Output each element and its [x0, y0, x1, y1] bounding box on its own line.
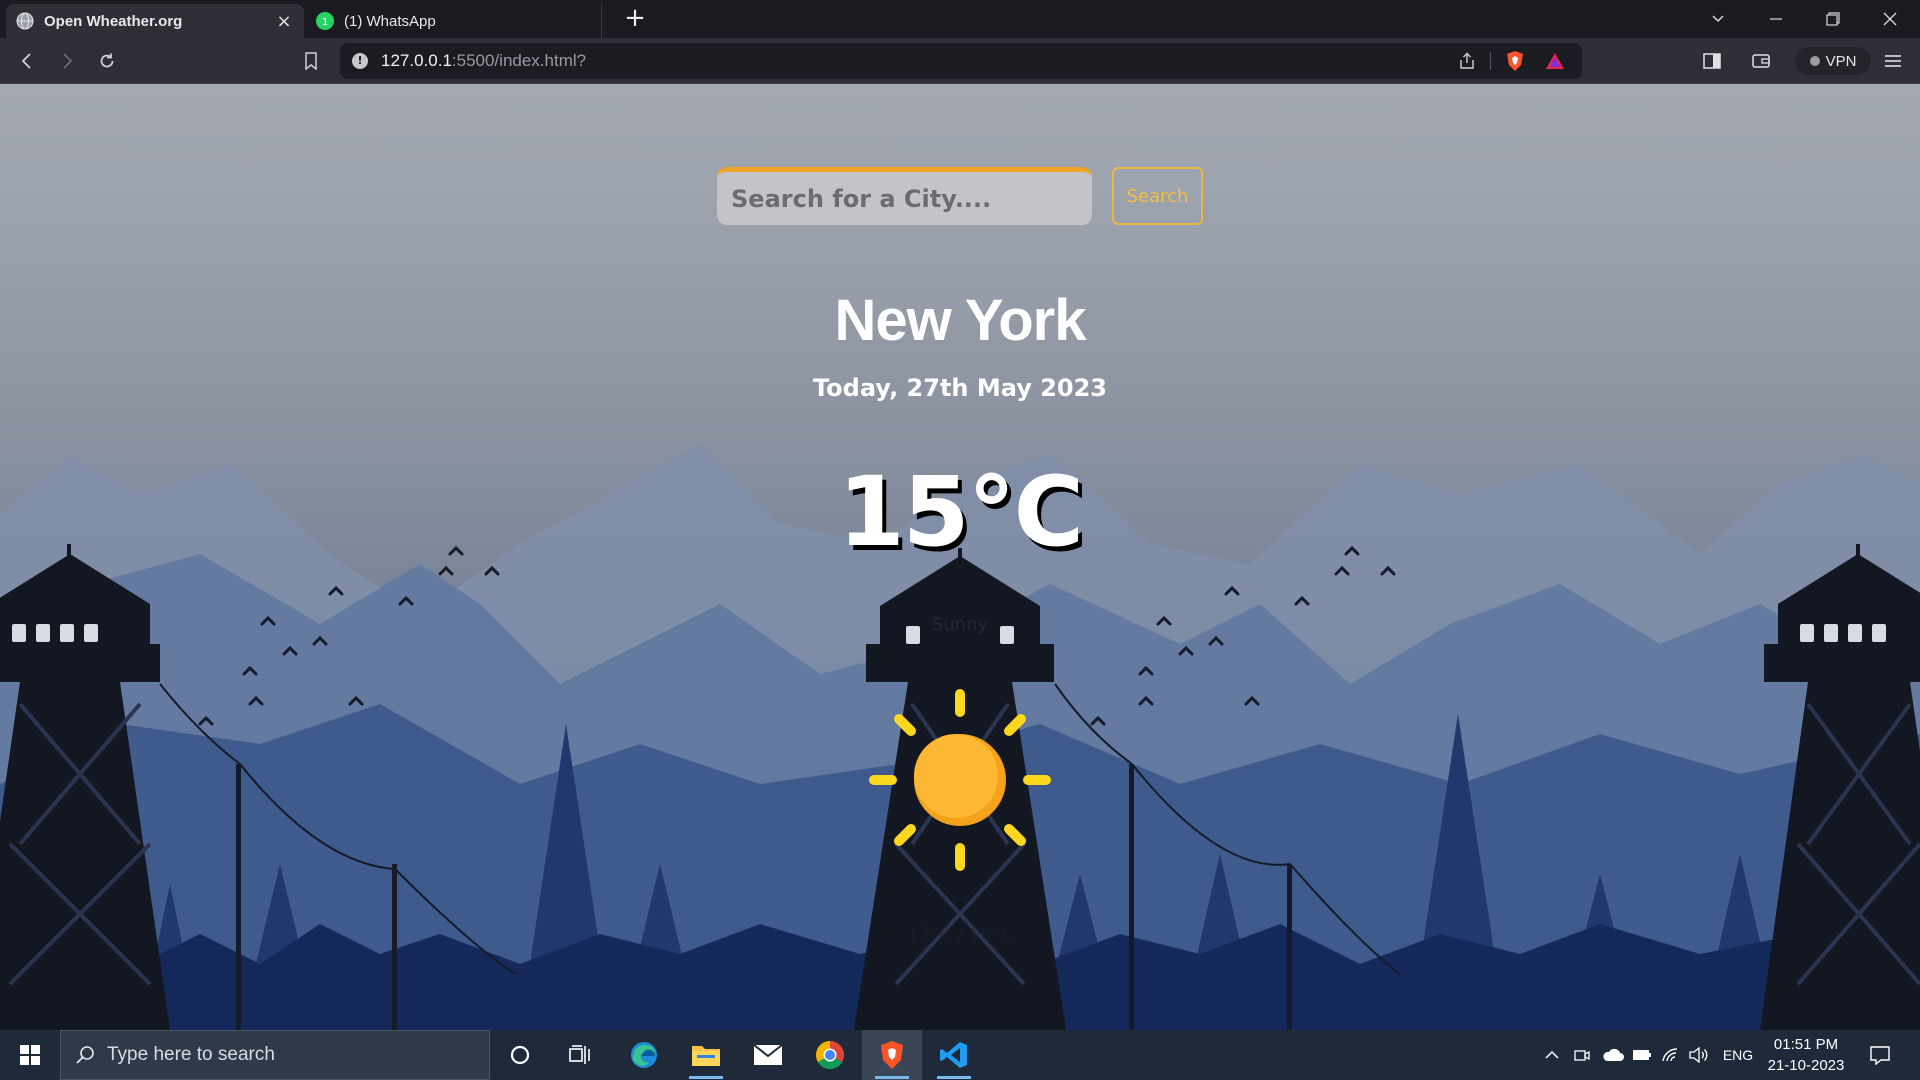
- taskbar-search-placeholder: Type here to search: [107, 1044, 275, 1065]
- running-indicator: [689, 1076, 723, 1079]
- running-indicator: [875, 1076, 909, 1079]
- svg-text:1: 1: [322, 17, 328, 28]
- wifi-icon[interactable]: [1658, 1030, 1682, 1080]
- taskbar-clock[interactable]: 01:51 PM 21-10-2023: [1760, 1034, 1852, 1076]
- site-info-icon[interactable]: !: [352, 53, 368, 69]
- browser-toolbar: ! 127.0.0.1:5500/index.html? VPN: [0, 38, 1920, 84]
- battery-icon[interactable]: [1630, 1030, 1654, 1080]
- meet-now-icon[interactable]: [1570, 1030, 1594, 1080]
- share-icon[interactable]: [1452, 46, 1482, 76]
- vpn-status-icon: [1809, 56, 1820, 66]
- start-button[interactable]: [0, 1030, 60, 1080]
- file-explorer-icon[interactable]: [676, 1030, 736, 1080]
- menu-icon[interactable]: [1878, 46, 1908, 76]
- close-window-button[interactable]: [1862, 0, 1918, 38]
- url-path: :5500/index.html?: [451, 51, 587, 70]
- city-search-input[interactable]: [717, 172, 1092, 225]
- url-host: 127.0.0.1: [381, 51, 452, 70]
- tab-title: Open Wheather.org: [44, 12, 183, 30]
- running-indicator: [937, 1076, 971, 1079]
- cortana-icon[interactable]: [490, 1030, 550, 1080]
- url-text[interactable]: 127.0.0.1:5500/index.html?: [381, 51, 586, 71]
- chrome-icon[interactable]: [800, 1030, 860, 1080]
- show-hidden-icons-chevron-icon[interactable]: [1540, 1030, 1564, 1080]
- task-view-icon[interactable]: [550, 1030, 610, 1080]
- windows-taskbar: Type here to search ENG 01:51 PM 21-10-2…: [0, 1030, 1920, 1080]
- tab-title: (1) WhatsApp: [344, 12, 436, 30]
- tab-search-chevron-icon[interactable]: [1690, 0, 1746, 38]
- wallet-icon[interactable]: [1746, 46, 1776, 76]
- edge-icon[interactable]: [614, 1030, 674, 1080]
- brave-icon[interactable]: [862, 1030, 922, 1080]
- tab-open-wheather[interactable]: Open Wheather.org ×: [6, 4, 304, 38]
- city-search-box[interactable]: [717, 167, 1092, 225]
- clock-date: 21-10-2023: [1767, 1057, 1845, 1074]
- brave-shields-icon[interactable]: [1500, 46, 1530, 76]
- brave-rewards-icon[interactable]: [1540, 46, 1570, 76]
- taskbar-search-box[interactable]: Type here to search: [60, 1030, 490, 1080]
- restore-button[interactable]: [1805, 0, 1861, 38]
- back-arrow-icon[interactable]: [12, 46, 42, 76]
- bookmark-icon[interactable]: [296, 46, 326, 76]
- whatsapp-icon: 1: [316, 12, 334, 30]
- temperature-value: 15°C: [837, 456, 1084, 568]
- weather-page: Search New York Today, 27th May 2023 15°…: [0, 84, 1920, 1030]
- mail-icon[interactable]: [738, 1030, 798, 1080]
- sun-icon: [869, 689, 1051, 871]
- sidebar-icon[interactable]: [1697, 46, 1727, 76]
- windows-logo-icon: [20, 1045, 40, 1065]
- city-name: New York: [834, 288, 1087, 353]
- tab-whatsapp[interactable]: 1 (1) WhatsApp: [306, 4, 602, 38]
- search-button[interactable]: Search: [1112, 167, 1203, 225]
- minimize-button[interactable]: [1748, 0, 1804, 38]
- close-tab-icon[interactable]: ×: [274, 11, 294, 32]
- input-language[interactable]: ENG: [1718, 1030, 1758, 1080]
- new-tab-button[interactable]: +: [620, 4, 650, 34]
- onedrive-icon[interactable]: [1600, 1030, 1626, 1080]
- toolbar-divider: [1490, 52, 1491, 70]
- weather-condition: Sunny: [931, 614, 989, 635]
- globe-icon: [16, 12, 34, 30]
- weather-date: Today, 27th May 2023: [812, 374, 1107, 402]
- volume-icon[interactable]: [1686, 1030, 1712, 1080]
- forward-arrow-icon[interactable]: [52, 46, 82, 76]
- vpn-label: VPN: [1825, 52, 1857, 70]
- browser-titlebar: Open Wheather.org × 1 (1) WhatsApp +: [0, 0, 1920, 38]
- vpn-button[interactable]: VPN: [1795, 47, 1871, 75]
- notifications-icon[interactable]: [1860, 1030, 1900, 1080]
- address-bar[interactable]: ! 127.0.0.1:5500/index.html?: [340, 43, 1582, 79]
- clock-time: 01:51 PM: [1773, 1036, 1839, 1053]
- temperature-range: 13°C / 16°C: [906, 924, 1014, 945]
- search-icon: [76, 1046, 94, 1064]
- reload-icon[interactable]: [92, 46, 122, 76]
- vscode-icon[interactable]: [924, 1030, 984, 1080]
